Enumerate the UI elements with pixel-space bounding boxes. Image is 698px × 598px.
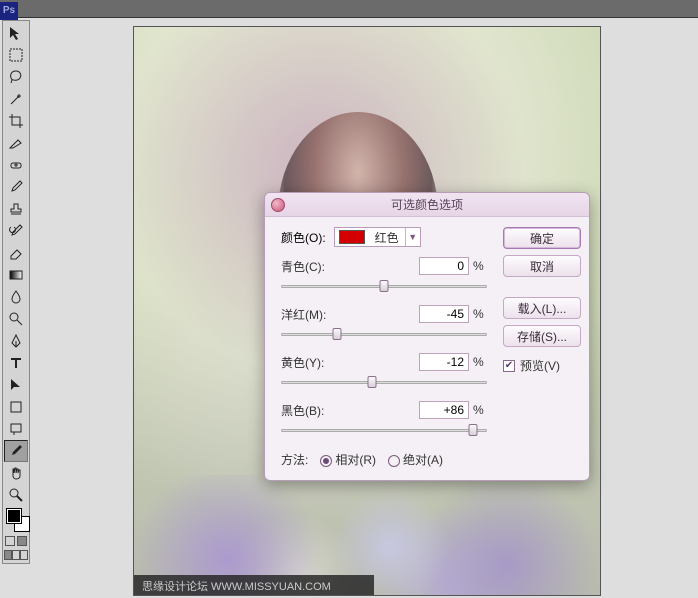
radio-icon [320, 455, 332, 467]
dialog-title: 可选颜色选项 [391, 198, 463, 212]
yellow-slider[interactable] [281, 375, 487, 389]
load-button[interactable]: 载入(L)... [503, 297, 581, 319]
ok-button[interactable]: 确定 [503, 227, 581, 249]
black-input[interactable] [419, 401, 469, 419]
cancel-button[interactable]: 取消 [503, 255, 581, 277]
preview-label: 预览(V) [520, 357, 560, 374]
tool-move[interactable] [4, 22, 28, 44]
black-label: 黑色(B): [281, 402, 339, 419]
colors-dropdown[interactable]: 红色 ▼ [334, 227, 421, 247]
color-name: 红色 [369, 229, 405, 246]
close-icon[interactable] [271, 198, 285, 212]
tool-type[interactable] [4, 352, 28, 374]
tool-hand[interactable] [4, 462, 28, 484]
magenta-input[interactable] [419, 305, 469, 323]
tool-notes[interactable] [4, 418, 28, 440]
tool-heal[interactable] [4, 154, 28, 176]
checkbox-icon: ✔ [503, 360, 515, 372]
tool-dodge[interactable] [4, 308, 28, 330]
tool-history-brush[interactable] [4, 220, 28, 242]
tool-crop[interactable] [4, 110, 28, 132]
yellow-label: 黄色(Y): [281, 354, 339, 371]
quickmask-toggle[interactable] [4, 534, 28, 548]
toolbox [2, 20, 30, 564]
magenta-slider[interactable] [281, 327, 487, 341]
tool-brush[interactable] [4, 176, 28, 198]
app-logo: Ps [0, 2, 18, 20]
tool-eraser[interactable] [4, 242, 28, 264]
tool-wand[interactable] [4, 88, 28, 110]
yellow-input[interactable] [419, 353, 469, 371]
tool-shape[interactable] [4, 396, 28, 418]
percent-label: % [473, 259, 487, 273]
tool-slice[interactable] [4, 132, 28, 154]
tool-blur[interactable] [4, 286, 28, 308]
foreground-swatch[interactable] [7, 509, 21, 523]
tool-eyedropper[interactable] [4, 440, 28, 462]
tool-stamp[interactable] [4, 198, 28, 220]
preview-checkbox[interactable]: ✔ 预览(V) [503, 357, 581, 374]
percent-label: % [473, 307, 487, 321]
black-slider[interactable] [281, 423, 487, 437]
cyan-input[interactable] [419, 257, 469, 275]
tool-lasso[interactable] [4, 66, 28, 88]
percent-label: % [473, 355, 487, 369]
tool-pen[interactable] [4, 330, 28, 352]
app-header: Ps [0, 0, 698, 18]
magenta-label: 洋红(M): [281, 306, 339, 323]
tool-gradient[interactable] [4, 264, 28, 286]
method-absolute[interactable]: 绝对(A) [388, 451, 443, 468]
selective-color-dialog: 可选颜色选项 颜色(O): 红色 ▼ 青色(C): % 洋红(M): [264, 192, 590, 481]
color-swatch-icon [339, 230, 365, 244]
cyan-slider[interactable] [281, 279, 487, 293]
percent-label: % [473, 403, 487, 417]
tool-marquee[interactable] [4, 44, 28, 66]
method-label: 方法: [281, 451, 308, 468]
method-relative[interactable]: 相对(R) [320, 451, 376, 468]
footer-watermark: 思缘设计论坛 WWW.MISSYUAN.COM [134, 575, 374, 595]
tool-path-select[interactable] [4, 374, 28, 396]
cyan-label: 青色(C): [281, 258, 339, 275]
radio-icon [388, 455, 400, 467]
save-button[interactable]: 存储(S)... [503, 325, 581, 347]
colors-label: 颜色(O): [281, 229, 326, 246]
chevron-down-icon: ▼ [405, 228, 420, 246]
tool-zoom[interactable] [4, 484, 28, 506]
color-swatches[interactable] [4, 506, 28, 534]
dialog-titlebar[interactable]: 可选颜色选项 [265, 193, 589, 217]
screenmode-toggle[interactable] [4, 548, 28, 562]
